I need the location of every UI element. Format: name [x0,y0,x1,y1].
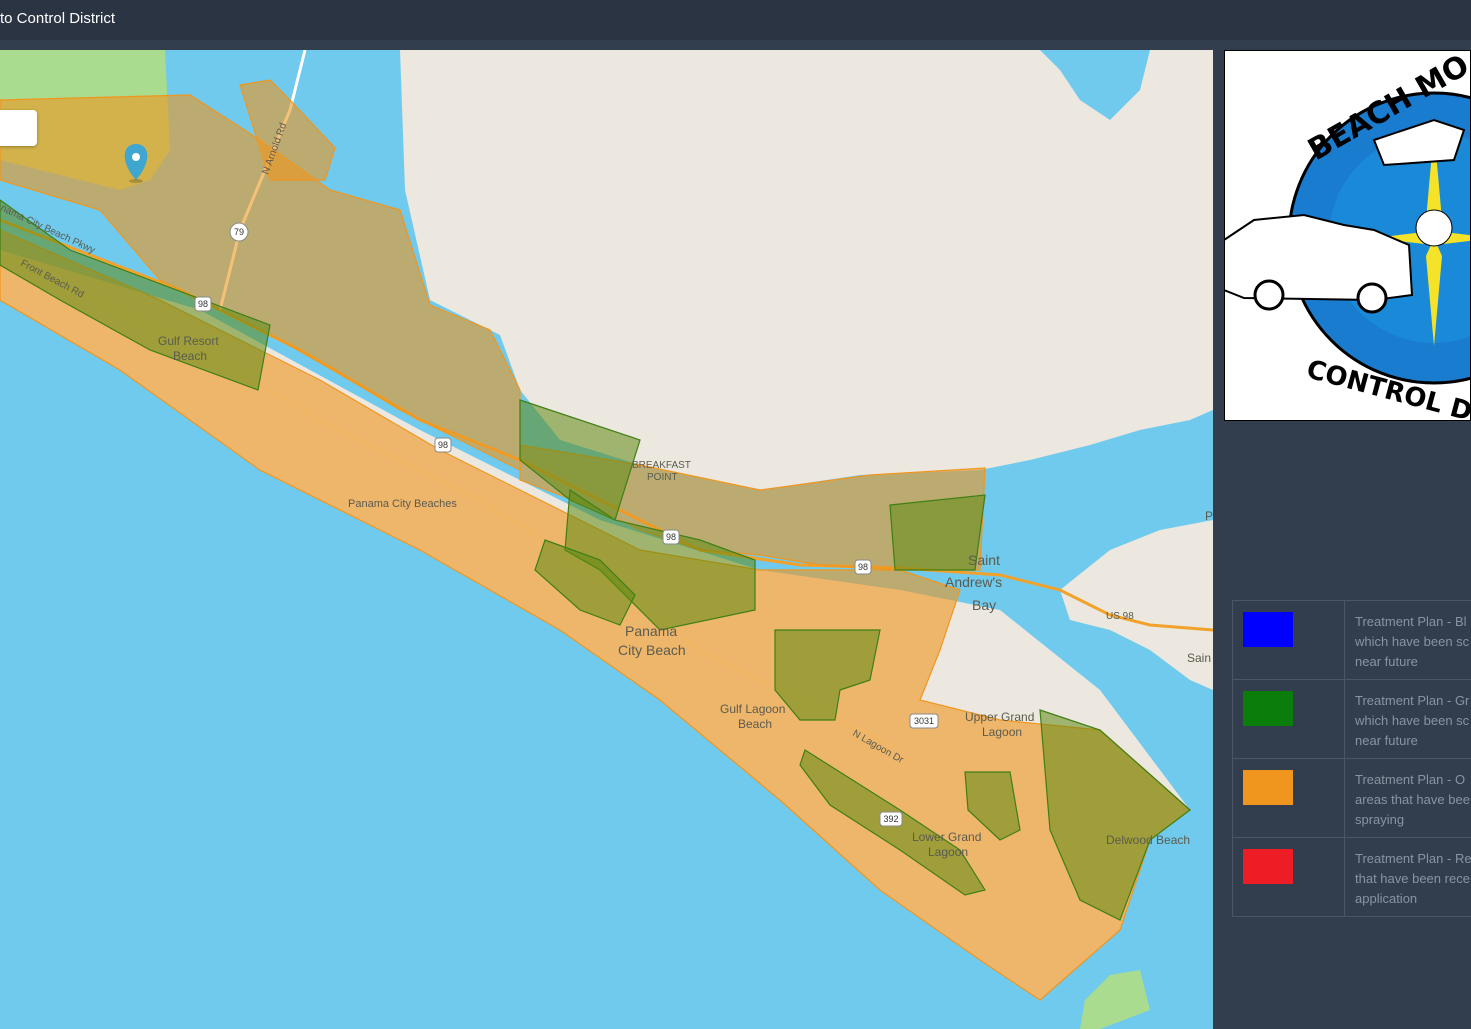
map-control-button[interactable] [0,110,37,146]
map-label: Panama [625,623,677,639]
map-label: Lagoon [982,725,1022,739]
legend-swatch-blue [1243,612,1293,647]
route-shield: 98 [858,562,868,572]
map-label: Panama City Beaches [348,498,457,510]
map-label: BREAKFAST [632,460,691,471]
route-shield: 392 [883,814,898,824]
legend-row: Treatment Plan - O areas that have bee s… [1232,759,1471,838]
route-shield: 98 [198,299,208,309]
route-shield: 79 [234,227,244,237]
legend-text: Treatment Plan - O areas that have bee s… [1355,772,1470,827]
legend-swatch-red [1243,849,1293,884]
map-label: US 98 [1106,611,1134,622]
legend-text: Treatment Plan - Gr which have been sc n… [1355,693,1470,748]
route-shield: 98 [666,532,676,542]
legend-table: Treatment Plan - Bl which have been sc n… [1232,600,1471,917]
legend-row: Treatment Plan - Bl which have been sc n… [1232,601,1471,680]
map-label: Delwood Beach [1106,833,1190,847]
map-label: City Beach [618,642,686,658]
map-label: Lagoon [928,845,968,859]
route-shield: 98 [438,440,448,450]
map-label: Upper Grand [965,710,1034,724]
map-canvas[interactable]: Gulf Resort Beach Panama City Beaches BR… [0,50,1213,1029]
legend-row: Treatment Plan - Re that have been rece … [1232,838,1471,917]
map-label: Andrew's [945,574,1002,590]
map-label: Beach [738,717,772,731]
top-bar: to Control District [0,0,1471,40]
legend-row: Treatment Plan - Gr which have been sc n… [1232,680,1471,759]
logo-graphic: BEACH MO CONTROL D [1224,50,1471,421]
map-label: Lower Grand [912,830,981,844]
map-label: Saint [968,552,1000,568]
map-label: Gulf Lagoon [720,702,785,716]
district-logo: BEACH MO CONTROL D [1224,50,1471,421]
map-label: POINT [647,472,678,483]
app-title: to Control District [0,10,116,27]
map-view[interactable]: Gulf Resort Beach Panama City Beaches BR… [0,50,1213,1029]
legend-text: Treatment Plan - Bl which have been sc n… [1355,614,1470,669]
south-island [1080,970,1150,1029]
map-label: Bay [972,597,996,613]
map-label: Beach [173,349,207,363]
legend-swatch-green [1243,691,1293,726]
route-shield: 3031 [914,716,934,726]
map-label: P [1205,509,1213,523]
legend-swatch-orange [1243,770,1293,805]
map-label: Gulf Resort [158,334,219,348]
legend-text: Treatment Plan - Re that have been rece … [1355,851,1471,906]
map-label: Sain [1187,651,1211,665]
